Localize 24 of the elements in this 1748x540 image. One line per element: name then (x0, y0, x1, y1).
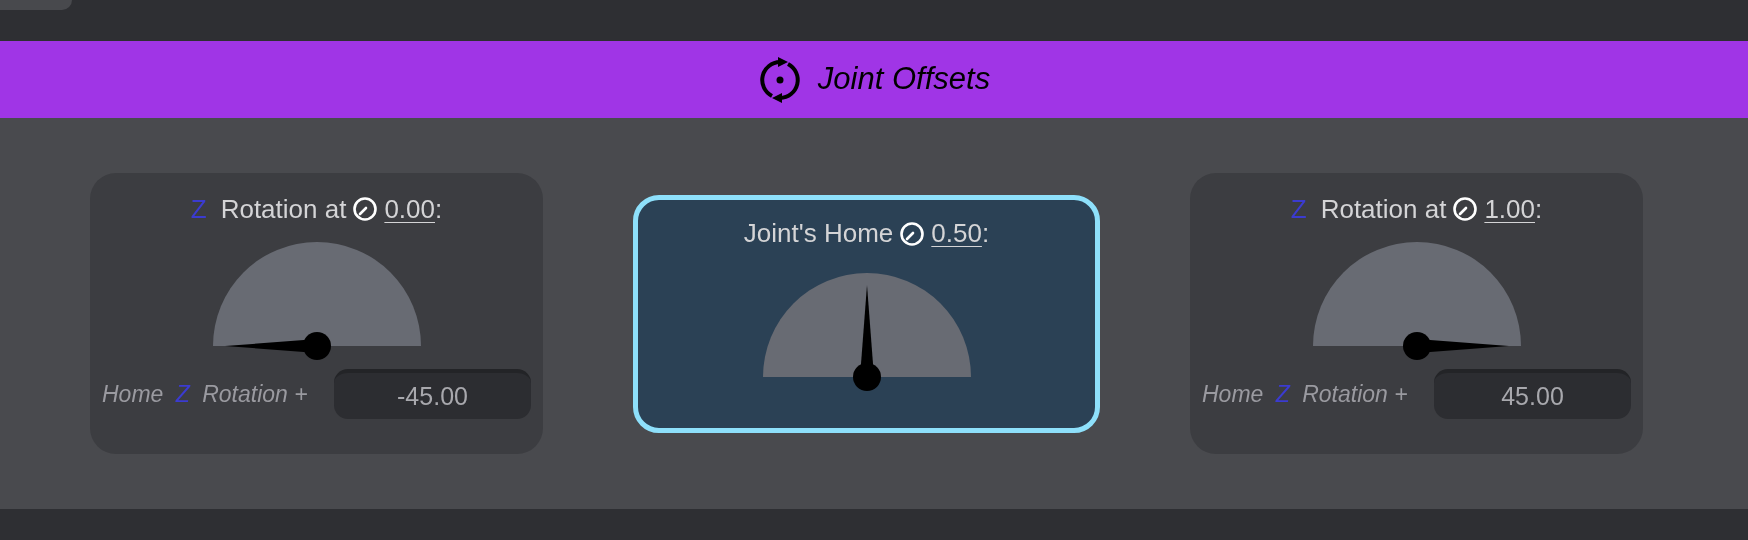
card-title: Joint's Home (743, 217, 894, 250)
selected-card[interactable]: Joint's Home 0.50: (633, 194, 1100, 433)
offset-field[interactable]: 45.00 (1434, 369, 1631, 419)
offset-label: Home Z Rotation + (102, 379, 309, 409)
dial-icon (1452, 196, 1479, 222)
keyframe-card[interactable]: Z Rotation at 1.00: Home Z Rotation + 45.00 (1190, 173, 1643, 454)
time-link[interactable]: 0.50 (931, 214, 982, 253)
card-title: Rotation at (1320, 192, 1447, 226)
dial-icon (352, 196, 379, 222)
colon-label: : (1535, 192, 1543, 226)
colon-label: : (981, 217, 990, 250)
rotate-icon (757, 55, 802, 104)
panel-corner (0, 0, 72, 10)
header-title: Joint Offsets (817, 60, 991, 99)
time-link[interactable]: 0.00 (384, 189, 435, 229)
offset-field[interactable]: -45.00 (334, 369, 531, 419)
card-title: Rotation at (220, 192, 347, 226)
axis-label: Z (190, 192, 207, 226)
offset-label: Home Z Rotation + (1202, 379, 1409, 409)
dial-icon (899, 220, 926, 247)
keyframe-card[interactable]: Z Rotation at 0.00: Home Z Rotation + -45.00 (90, 173, 543, 454)
colon-label: : (435, 192, 443, 226)
axis-label: Z (1290, 192, 1307, 226)
time-link[interactable]: 1.00 (1484, 189, 1535, 229)
